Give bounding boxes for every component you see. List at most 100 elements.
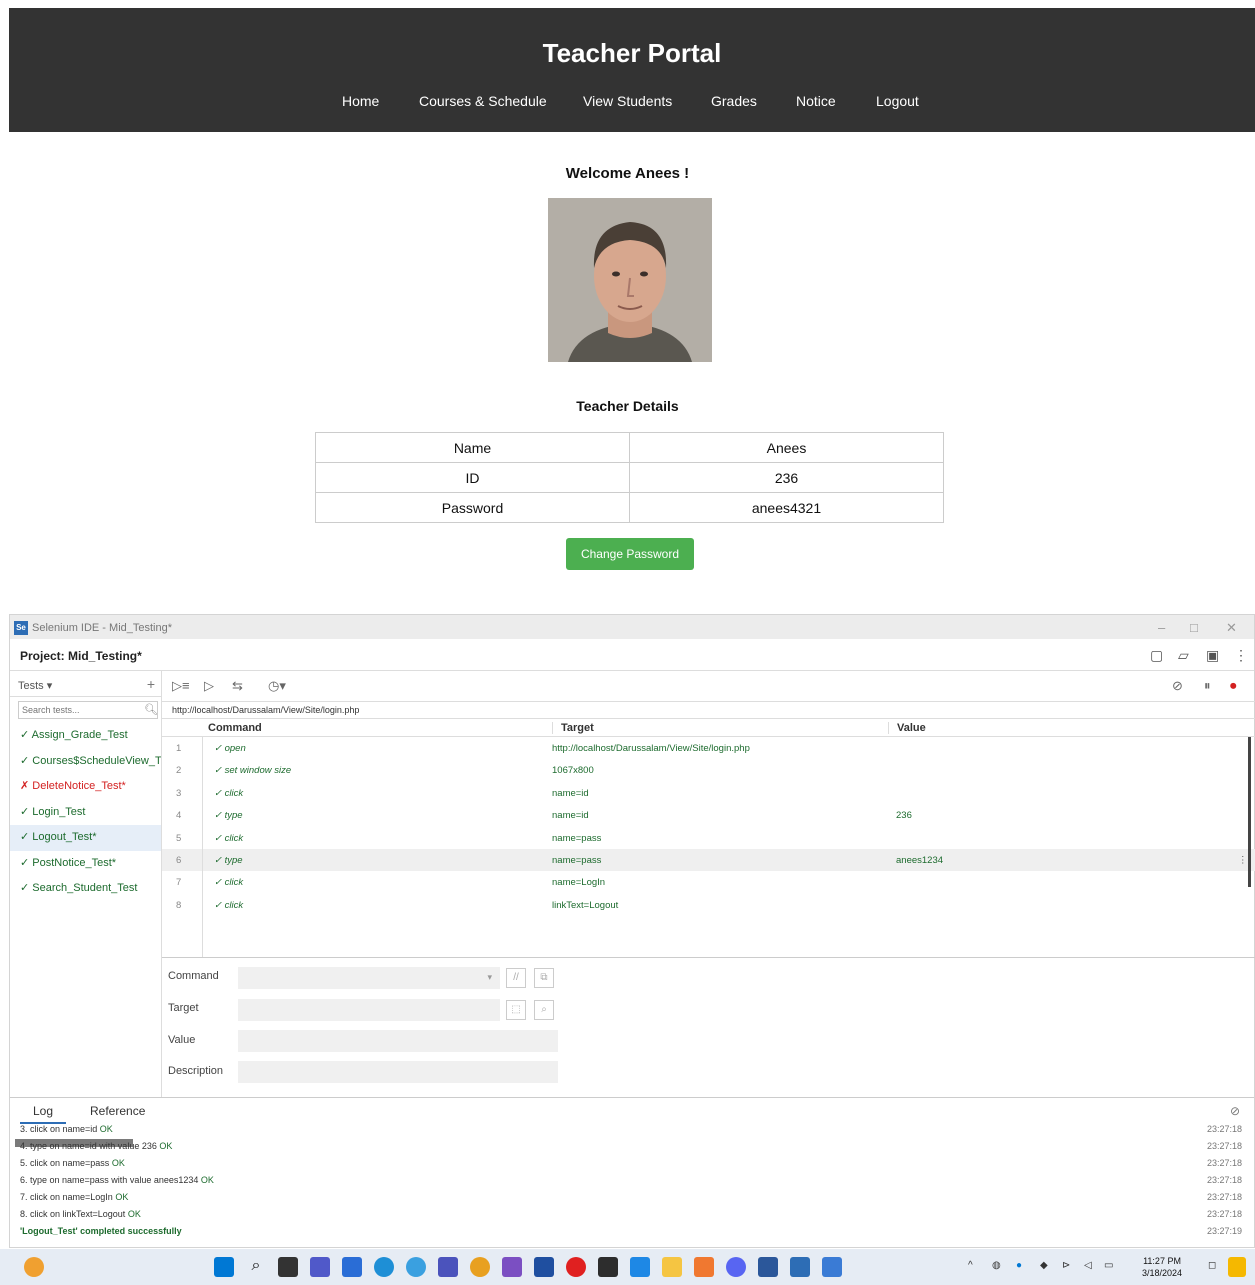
- selenium-ide-window: Se Selenium IDE - Mid_Testing* – □ ✕ Pro…: [9, 614, 1255, 1248]
- command-row[interactable]: 1 ✓ open http://localhost/Darussalam/View/…: [162, 737, 1255, 759]
- close-icon[interactable]: ✕: [1226, 620, 1237, 636]
- nav-courses-schedule[interactable]: Courses & Schedule: [419, 93, 547, 109]
- detail-label: ID: [315, 462, 630, 493]
- disable-breakpoints-icon[interactable]: ⊘: [1172, 678, 1183, 694]
- command-row[interactable]: 5 ✓ click name=pass: [162, 827, 1255, 849]
- network-icon[interactable]: ⊳: [1062, 1260, 1070, 1271]
- nav-view-students[interactable]: View Students: [583, 93, 672, 109]
- record-icon[interactable]: ⏺︎: [1230, 678, 1237, 694]
- start-icon[interactable]: [214, 1257, 234, 1277]
- row-target: http://localhost/Darussalam/View/Site/lo…: [552, 743, 750, 754]
- test-item[interactable]: ✗ DeleteNotice_Test*: [10, 774, 161, 800]
- tab-reference[interactable]: Reference: [90, 1104, 145, 1118]
- row-command: ✓ open: [214, 743, 246, 754]
- tests-dropdown[interactable]: Tests ▾: [18, 679, 52, 692]
- edge-icon[interactable]: [374, 1257, 394, 1277]
- xampp-icon[interactable]: [694, 1257, 714, 1277]
- command-row[interactable]: 3 ✓ click name=id: [162, 782, 1255, 804]
- selenium-logo-icon: Se: [14, 621, 28, 635]
- row-command: ✓ set window size: [214, 765, 292, 777]
- project-name: Project: Mid_Testing*: [20, 649, 142, 663]
- teams-chat-icon[interactable]: [438, 1257, 458, 1277]
- add-test-icon[interactable]: +: [147, 676, 155, 692]
- copilot-icon[interactable]: [1228, 1257, 1246, 1277]
- save-project-icon[interactable]: ▣: [1206, 647, 1219, 664]
- teacher-portal-page: Teacher Portal Home Courses & Schedule V…: [0, 0, 1255, 600]
- pycharm-icon[interactable]: [598, 1257, 618, 1277]
- command-column-header: Command: [208, 722, 262, 734]
- discord-icon[interactable]: [726, 1257, 746, 1277]
- opera-icon[interactable]: [566, 1257, 586, 1277]
- test-item[interactable]: ✓ PostNotice_Test*: [10, 851, 161, 877]
- nav-grades[interactable]: Grades: [711, 93, 757, 109]
- base-url-field[interactable]: http://localhost/Darussalam/View/Site/lo…: [162, 701, 1255, 719]
- test-list: ✓ Assign_Grade_Test ✓ Courses$ScheduleVi…: [10, 723, 161, 902]
- app-icon[interactable]: [342, 1257, 362, 1277]
- tray-app-icon[interactable]: ◍: [992, 1260, 1001, 1271]
- test-item[interactable]: ✓ Courses$ScheduleView_T: [10, 749, 161, 775]
- command-row[interactable]: 4 ✓ type name=id 236: [162, 804, 1255, 826]
- tray-app2-icon[interactable]: ◆: [1040, 1260, 1048, 1271]
- minimize-icon[interactable]: –: [1158, 620, 1165, 635]
- row-command: ✓ click: [214, 899, 244, 911]
- description-field[interactable]: [238, 1061, 558, 1083]
- open-project-icon[interactable]: ▱: [1178, 647, 1189, 664]
- volume-icon[interactable]: ◁: [1084, 1260, 1092, 1271]
- test-item[interactable]: ✓ Login_Test: [10, 800, 161, 826]
- target-field[interactable]: [238, 999, 500, 1021]
- nav-logout[interactable]: Logout: [876, 93, 919, 109]
- table-row: Name Anees: [315, 432, 944, 463]
- select-target-icon[interactable]: ⬚: [506, 1000, 526, 1020]
- clear-log-icon[interactable]: ⊘: [1230, 1104, 1240, 1118]
- speed-icon[interactable]: ◷▾: [268, 678, 286, 694]
- row-menu-icon[interactable]: ⋮: [1238, 855, 1248, 866]
- todo-icon[interactable]: [630, 1257, 650, 1277]
- store-icon[interactable]: [534, 1257, 554, 1277]
- chrome-icon[interactable]: [406, 1257, 426, 1277]
- selenium-taskbar-icon[interactable]: [790, 1257, 810, 1277]
- pause-icon[interactable]: ⏸︎: [1204, 678, 1211, 694]
- command-field[interactable]: ▾: [238, 967, 500, 989]
- comment-toggle-icon[interactable]: //: [506, 968, 526, 988]
- notification-icon[interactable]: ◻: [1208, 1260, 1216, 1271]
- maximize-icon[interactable]: □: [1190, 620, 1198, 635]
- bluetooth-icon[interactable]: ●: [1016, 1260, 1022, 1271]
- teams-icon[interactable]: [310, 1257, 330, 1277]
- command-row[interactable]: 8 ✓ click linkText=Logout: [162, 894, 1255, 916]
- command-row-selected[interactable]: 6 ✓ type name=pass anees1234 ⋮: [162, 848, 1255, 872]
- new-project-icon[interactable]: ▢: [1150, 647, 1163, 664]
- detail-value: Anees: [629, 432, 944, 463]
- test-item[interactable]: ✓ Search_Student_Test: [10, 876, 161, 902]
- test-item[interactable]: ✓ Assign_Grade_Test: [10, 723, 161, 749]
- tray-overflow-icon[interactable]: ^: [968, 1260, 973, 1271]
- step-over-icon[interactable]: ⇆: [232, 678, 243, 694]
- run-all-tests-icon[interactable]: ▷≡: [172, 678, 190, 694]
- command-row[interactable]: 7 ✓ click name=LogIn: [162, 871, 1255, 893]
- commands-table-header: Command Target Value: [162, 719, 1255, 737]
- weather-icon[interactable]: [24, 1257, 44, 1277]
- word-icon[interactable]: [758, 1257, 778, 1277]
- visual-studio-icon[interactable]: [502, 1257, 522, 1277]
- system-clock[interactable]: 11:27 PM 3/18/2024: [1142, 1255, 1182, 1279]
- row-number: 1: [176, 743, 182, 754]
- open-reference-icon[interactable]: ⧉: [534, 968, 554, 988]
- battery-icon[interactable]: ▭: [1104, 1260, 1113, 1271]
- test-item-selected[interactable]: ✓ Logout_Test*: [10, 825, 161, 851]
- find-target-icon[interactable]: ⌕: [534, 1000, 554, 1020]
- search-tests-input[interactable]: [18, 701, 158, 719]
- browser-icon[interactable]: [470, 1257, 490, 1277]
- change-password-button[interactable]: Change Password: [566, 538, 694, 570]
- commands-scrollbar[interactable]: [1248, 737, 1251, 887]
- command-row[interactable]: 2 ✓ set window size 1067x800: [162, 759, 1255, 781]
- photos-icon[interactable]: [822, 1257, 842, 1277]
- more-menu-icon[interactable]: ⋮: [1234, 647, 1248, 664]
- value-field[interactable]: [238, 1030, 558, 1052]
- search-taskbar-icon[interactable]: ⌕: [246, 1257, 266, 1277]
- command-label: Command: [168, 970, 219, 982]
- nav-home[interactable]: Home: [342, 93, 379, 109]
- nav-notice[interactable]: Notice: [796, 93, 836, 109]
- portal-title: Teacher Portal: [542, 38, 722, 68]
- task-view-icon[interactable]: [278, 1257, 298, 1277]
- file-explorer-icon[interactable]: [662, 1257, 682, 1277]
- run-current-test-icon[interactable]: ▷: [204, 678, 214, 694]
